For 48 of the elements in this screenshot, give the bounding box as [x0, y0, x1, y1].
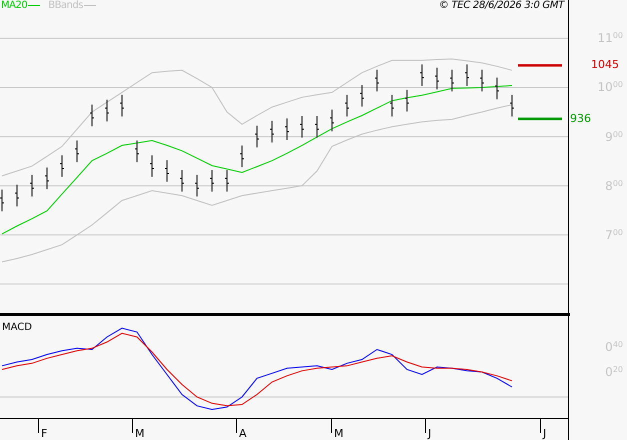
price-bar	[194, 174, 200, 198]
price-bar	[44, 167, 50, 190]
axis-tick-label: M	[334, 427, 344, 440]
price-bar	[224, 170, 230, 192]
price-bar	[404, 89, 410, 112]
price-bar	[180, 170, 184, 192]
price-level-label: 936	[570, 112, 591, 124]
copyright-text: © TEC 28/6/2026 3:0 GMT	[438, 0, 564, 11]
price-bar	[104, 99, 110, 122]
price-bar	[330, 109, 334, 132]
price-bar	[360, 84, 364, 108]
price-bar	[254, 125, 260, 148]
price-bar	[134, 140, 140, 163]
price-bar	[120, 94, 124, 117]
axis-tick-label: J	[543, 427, 546, 440]
price-level-line	[518, 64, 562, 67]
price-bar	[150, 154, 154, 178]
price-bar	[164, 160, 170, 182]
legend-item: MA20	[1, 0, 40, 11]
price-bar	[90, 104, 94, 127]
price-bar	[480, 69, 484, 92]
price-level-label: 1045	[591, 59, 619, 70]
price-bar	[0, 189, 4, 212]
axis-tick-label: F	[41, 427, 48, 440]
price-bar	[450, 69, 454, 92]
price-bar	[510, 94, 514, 117]
price-bar	[464, 64, 470, 86]
price-bar	[300, 115, 304, 138]
price-bar	[270, 120, 274, 143]
axis-tick-label: J	[428, 427, 432, 440]
price-bar	[240, 144, 244, 168]
price-bar	[420, 64, 424, 86]
price-bar	[74, 140, 80, 163]
price-level-line	[518, 118, 562, 120]
axis-tick-label: M	[135, 427, 144, 440]
price-bar	[434, 67, 440, 90]
price-bar	[60, 154, 64, 178]
price-bar	[14, 184, 20, 207]
price-bar	[344, 94, 350, 117]
chart-title: MACD	[2, 322, 32, 333]
price-bar	[494, 77, 500, 100]
price-bar	[30, 174, 34, 198]
axis-tick-label: A	[239, 427, 247, 440]
price-bar	[314, 115, 320, 138]
price-bar	[390, 94, 394, 117]
price-bar	[210, 170, 214, 192]
price-bar	[374, 69, 380, 92]
price-bar	[284, 118, 290, 141]
